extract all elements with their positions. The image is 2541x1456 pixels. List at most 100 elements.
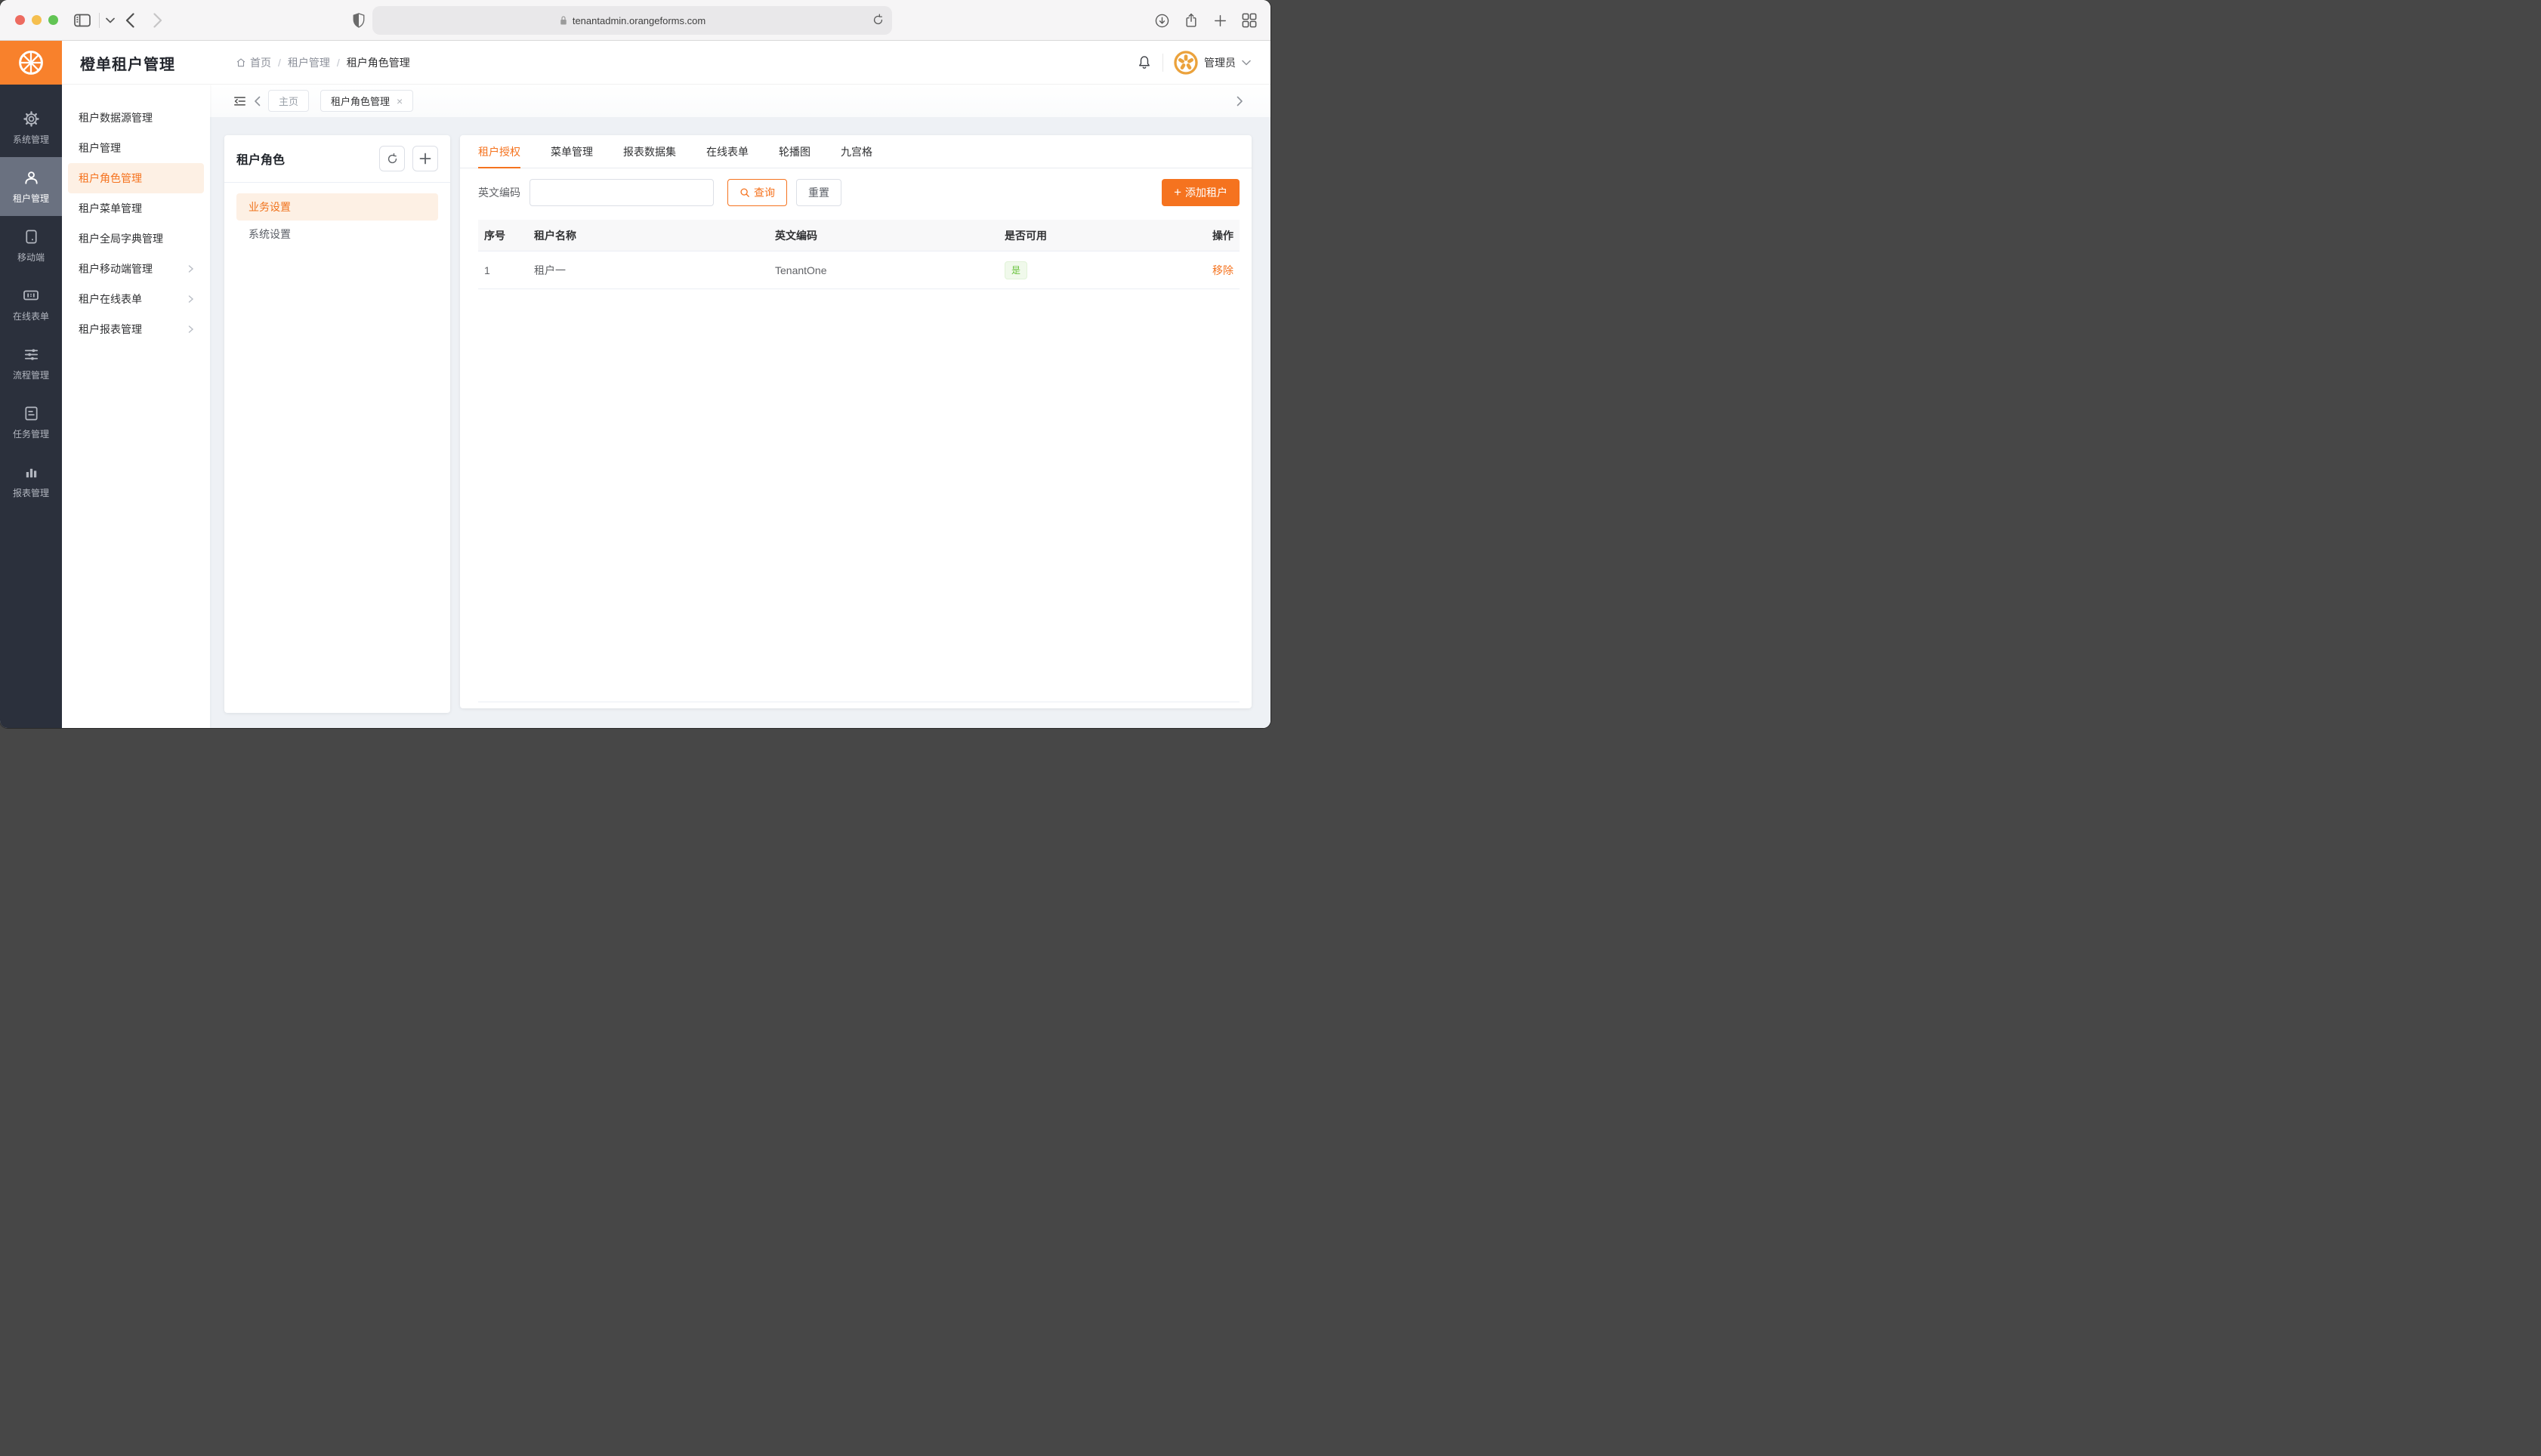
sidebar-item-tenant-role[interactable]: 租户角色管理	[68, 163, 204, 193]
row-english-code: TenantOne	[769, 264, 999, 276]
page-tab-home[interactable]: 主页	[268, 90, 309, 112]
remove-link[interactable]: 移除	[1212, 264, 1233, 276]
sidebar-item-tenant-mobile[interactable]: 租户移动端管理	[68, 254, 204, 284]
avatar	[1174, 51, 1198, 75]
share-icon[interactable]	[1184, 0, 1199, 41]
role-item-system[interactable]: 系统设置	[236, 221, 438, 248]
col-available: 是否可用	[999, 228, 1172, 243]
rail-item-workflow[interactable]: 流程管理	[0, 334, 62, 393]
tab-menu-manage[interactable]: 菜单管理	[551, 135, 593, 168]
chevron-right-icon	[187, 325, 195, 334]
close-window-button[interactable]	[15, 15, 25, 25]
browser-window: tenantadmin.orangeforms.com	[0, 0, 1270, 728]
rail-item-system[interactable]: 系统管理	[0, 98, 62, 157]
chevron-down-icon[interactable]	[106, 0, 115, 41]
page-tab-tenant-role[interactable]: 租户角色管理 ×	[320, 90, 413, 112]
back-button[interactable]	[125, 0, 134, 41]
toolbar-divider	[99, 13, 100, 28]
sidebar-item-tenant-online-form[interactable]: 租户在线表单	[68, 284, 204, 314]
notification-bell-icon[interactable]	[1137, 54, 1152, 71]
col-tenant-name: 租户名称	[528, 228, 769, 243]
lock-icon	[559, 15, 568, 26]
sidebar-toggle-icon[interactable]	[74, 0, 91, 41]
app-logo[interactable]	[0, 41, 62, 85]
search-bar: 英文编码 查询 重置 + 添加租户	[478, 179, 1240, 206]
downloads-icon[interactable]	[1154, 0, 1170, 41]
url-text: tenantadmin.orangeforms.com	[573, 15, 705, 26]
row-index: 1	[478, 264, 528, 276]
tabs-scroll-right-icon[interactable]	[1237, 96, 1243, 106]
breadcrumb: 首页 / 租户管理 / 租户角色管理	[236, 41, 410, 85]
rail-item-task[interactable]: 任务管理	[0, 393, 62, 452]
detail-tabs: 租户授权 菜单管理 报表数据集 在线表单 轮播图 九宫格	[460, 135, 1252, 168]
query-button[interactable]: 查询	[727, 179, 787, 206]
add-role-button[interactable]	[412, 146, 438, 171]
tab-tenant-auth[interactable]: 租户授权	[478, 135, 520, 168]
address-bar[interactable]: tenantadmin.orangeforms.com	[372, 6, 892, 35]
plus-icon: +	[1174, 185, 1181, 200]
tab-overview-icon[interactable]	[1242, 0, 1257, 41]
refresh-icon	[386, 153, 399, 165]
rail-item-tenant[interactable]: 租户管理	[0, 157, 62, 216]
mobile-icon	[23, 228, 40, 245]
task-icon	[23, 405, 40, 422]
table-row: 1 租户一 TenantOne 是 移除	[478, 251, 1240, 289]
col-english-code: 英文编码	[769, 228, 999, 243]
tenant-role-panel: 租户角色 业务设置 系统设置	[224, 135, 450, 713]
rail-item-online-form[interactable]: 在线表单	[0, 275, 62, 334]
chevron-right-icon	[187, 264, 195, 273]
forward-button[interactable]	[153, 0, 162, 41]
search-icon	[739, 187, 750, 198]
refresh-button[interactable]	[379, 146, 405, 171]
status-badge: 是	[1005, 261, 1027, 279]
breadcrumb-home[interactable]: 首页	[236, 55, 271, 70]
sidebar-item-tenant-menu[interactable]: 租户菜单管理	[68, 193, 204, 224]
breadcrumb-level1[interactable]: 租户管理	[288, 55, 330, 70]
bar-chart-icon	[23, 464, 40, 481]
privacy-shield-icon[interactable]	[352, 0, 366, 41]
chevron-down-icon	[1242, 60, 1251, 66]
collapse-menu-icon[interactable]	[233, 94, 247, 108]
new-tab-icon[interactable]	[1213, 0, 1227, 41]
tenant-auth-panel: 租户授权 菜单管理 报表数据集 在线表单 轮播图 九宫格 英文编码 查询 重置	[460, 135, 1252, 708]
role-item-business[interactable]: 业务设置	[236, 193, 438, 221]
traffic-lights	[15, 15, 58, 25]
sidebar-item-tenant[interactable]: 租户管理	[68, 133, 204, 163]
tab-online-form[interactable]: 在线表单	[706, 135, 749, 168]
table-header: 序号 租户名称 英文编码 是否可用 操作	[478, 220, 1240, 251]
user-menu[interactable]: 管理员	[1174, 51, 1251, 75]
browser-toolbar: tenantadmin.orangeforms.com	[0, 0, 1270, 41]
sliders-icon	[23, 346, 40, 363]
tenant-table: 序号 租户名称 英文编码 是否可用 操作 1 租户一 TenantOne 是 移…	[478, 220, 1240, 289]
gear-icon	[23, 110, 40, 128]
reload-icon[interactable]	[872, 13, 885, 27]
sidebar-item-dictionary[interactable]: 租户全局字典管理	[68, 224, 204, 254]
row-tenant-name: 租户一	[528, 263, 769, 278]
tab-carousel[interactable]: 轮播图	[779, 135, 810, 168]
icon-rail: 系统管理 租户管理 移动端 在线表单	[0, 85, 62, 728]
english-code-input[interactable]	[530, 179, 714, 206]
zoom-window-button[interactable]	[48, 15, 58, 25]
add-tenant-button[interactable]: + 添加租户	[1162, 179, 1240, 206]
reset-button[interactable]: 重置	[796, 179, 841, 206]
rail-item-mobile[interactable]: 移动端	[0, 216, 62, 275]
sidebar-item-tenant-report[interactable]: 租户报表管理	[68, 314, 204, 344]
col-actions: 操作	[1172, 228, 1240, 243]
form-icon	[22, 286, 40, 304]
sidebar-item-datasource[interactable]: 租户数据源管理	[68, 103, 204, 133]
orange-wheel-icon	[15, 47, 47, 79]
tab-report-dataset[interactable]: 报表数据集	[623, 135, 676, 168]
tabs-scroll-left-icon[interactable]	[254, 96, 261, 106]
minimize-window-button[interactable]	[32, 15, 42, 25]
rail-item-report[interactable]: 报表管理	[0, 452, 62, 511]
breadcrumb-separator: /	[278, 57, 281, 69]
home-icon	[236, 57, 246, 68]
app-header: 橙单租户管理 首页 / 租户管理 / 租户角色管理	[0, 41, 1270, 85]
user-icon	[23, 169, 40, 187]
close-tab-icon[interactable]: ×	[397, 96, 403, 106]
search-field-label: 英文编码	[478, 185, 520, 200]
page-tabstrip: 主页 租户角色管理 ×	[210, 85, 1270, 117]
tab-nine-grid[interactable]: 九宫格	[841, 135, 872, 168]
sidebar-menu: 租户数据源管理 租户管理 租户角色管理 租户菜单管理 租户全局字典管理 租户移动…	[62, 85, 210, 728]
main-content: 主页 租户角色管理 × 租户角色	[210, 85, 1270, 728]
